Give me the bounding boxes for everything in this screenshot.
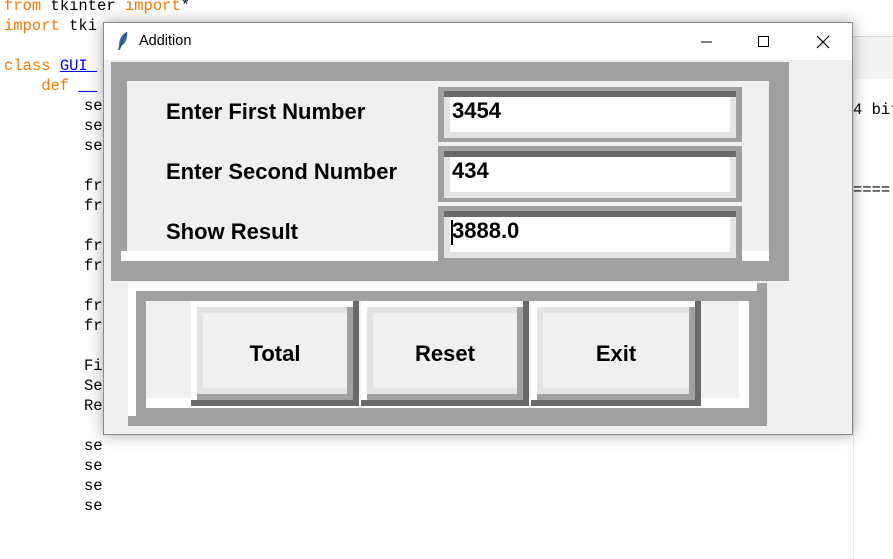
second-number-label: Enter Second Number (166, 159, 398, 184)
title-bar[interactable]: Addition (104, 23, 852, 60)
result-value: 3888.0 (452, 218, 520, 243)
exit-button-label: Exit (595, 341, 637, 366)
code-line: from tkinter import* (4, 0, 191, 15)
code-line-fragment: fr (84, 257, 103, 275)
second-number-value: 434 (452, 158, 489, 183)
reset-button-label: Reset (415, 341, 475, 366)
exit-button[interactable]: Exit (531, 301, 701, 406)
close-button[interactable] (800, 23, 846, 60)
code-line-fragment: fr (84, 177, 103, 195)
second-number-input[interactable]: 434 (438, 146, 742, 202)
background-window (853, 79, 893, 559)
code-line-fragment: se (84, 477, 103, 495)
close-icon (816, 35, 830, 48)
background-text: 4 bit (853, 101, 893, 119)
input-frame-shadow-right (779, 62, 789, 281)
result-label: Show Result (166, 219, 299, 244)
first-number-label: Enter First Number (166, 99, 366, 124)
code-line-fragment: fr (84, 297, 103, 315)
code-line: import tki (4, 17, 98, 35)
code-line-fragment: se (84, 117, 103, 135)
code-line-fragment: se (84, 457, 103, 475)
maximize-icon (758, 35, 769, 47)
code-line-fragment: se (84, 497, 103, 515)
background-window-titlebar (853, 36, 893, 80)
reset-button[interactable]: Reset (361, 301, 529, 406)
window-title: Addition (139, 33, 192, 49)
minimize-icon (701, 41, 712, 42)
tk-feather-icon (118, 31, 128, 50)
total-button-label: Total (249, 341, 301, 366)
first-number-value: 3454 (452, 98, 501, 123)
background-text: ==== (853, 181, 891, 199)
code-line-fragment: se (84, 97, 103, 115)
code-line-fragment: fr (84, 317, 103, 335)
code-line-fragment: fr (84, 197, 103, 215)
code-line-fragment: se (84, 137, 103, 155)
maximize-button[interactable] (741, 23, 787, 60)
code-line-fragment: Re (84, 397, 103, 415)
minimize-button[interactable] (684, 23, 730, 60)
total-button[interactable]: Total (191, 301, 359, 406)
code-line-fragment: se (84, 437, 103, 455)
result-output[interactable]: 3888.0 (438, 206, 742, 262)
code-line: def __ (4, 77, 98, 95)
first-number-input[interactable]: 3454 (438, 87, 742, 142)
code-line-fragment: Fi (84, 357, 103, 375)
code-line-fragment: fr (84, 237, 103, 255)
code-line-fragment: Se (84, 377, 103, 395)
code-line: class GUI_ (4, 57, 98, 75)
addition-window: Addition Enter First Number Enter Second… (103, 22, 853, 435)
